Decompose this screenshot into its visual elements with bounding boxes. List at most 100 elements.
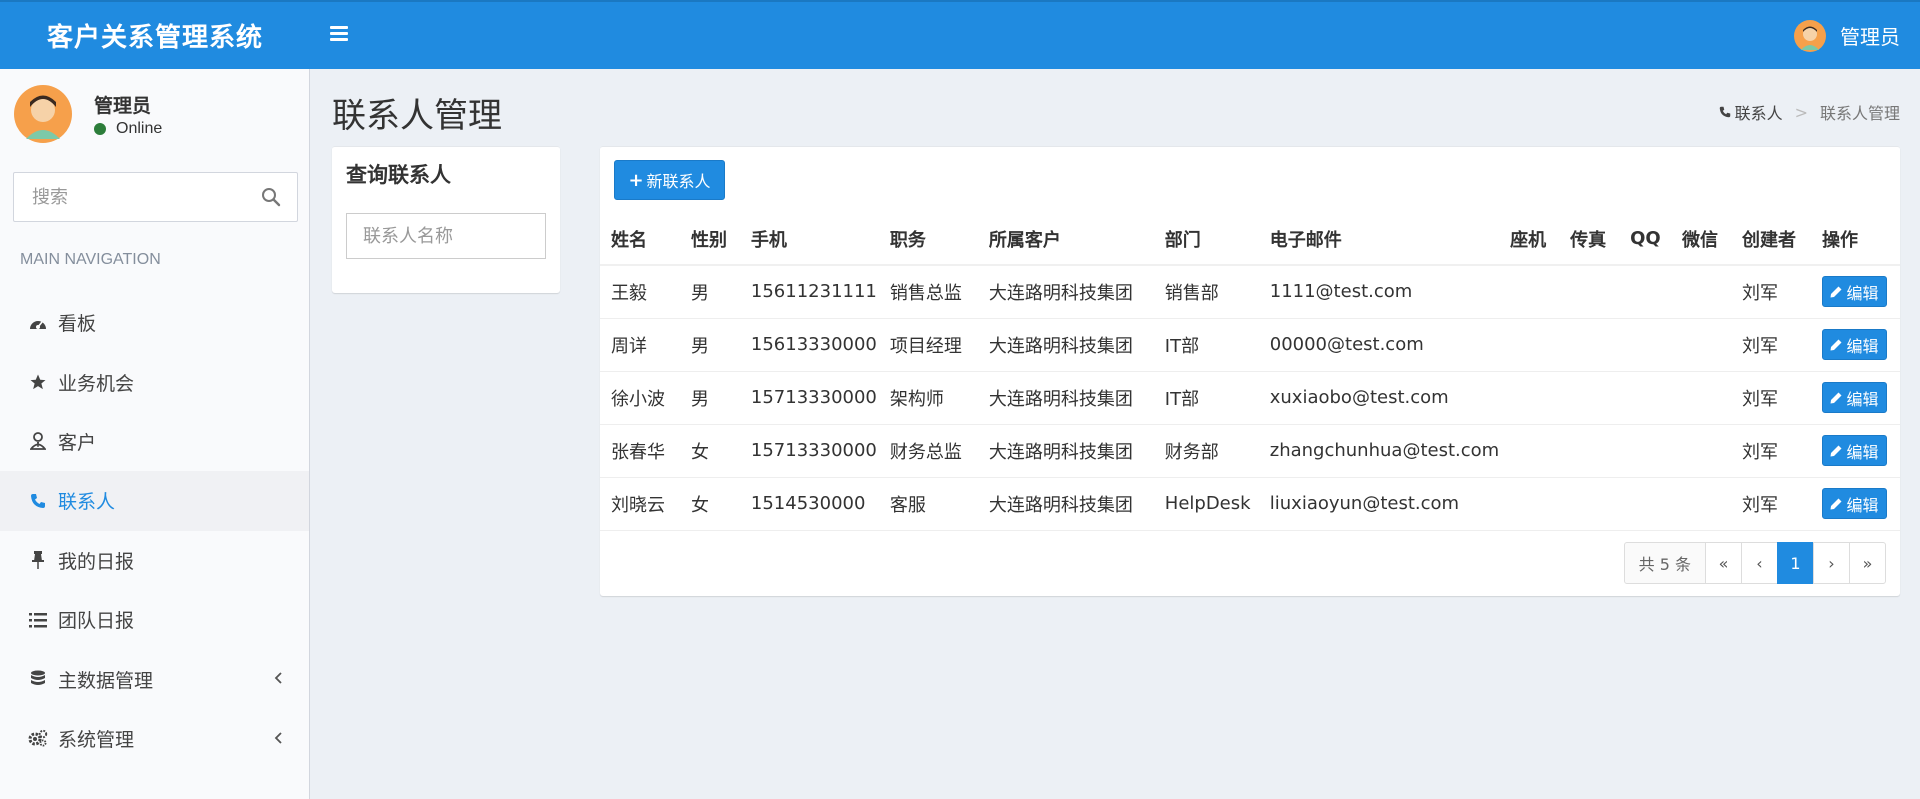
cell-mobile: 15713330000: [739, 371, 879, 425]
nav-header: MAIN NAVIGATION: [20, 251, 161, 268]
pin-icon: [28, 550, 48, 570]
column-header: 手机: [739, 213, 879, 266]
pagination-prev-button[interactable]: ‹: [1741, 542, 1778, 584]
contacts-table: 姓名 性别 手机 职务 所属客户 部门 电子邮件 座机 传真 QQ 微信 创建者…: [600, 213, 1900, 531]
cell-landline: [1499, 477, 1560, 531]
sidebar-item-label: 团队日报: [58, 610, 135, 633]
cell-email: liuxiaoyun@test.com: [1258, 477, 1500, 531]
table-row: 徐小波 男 15713330000 架构师 大连路明科技集团 IT部 xuxia…: [600, 371, 1900, 425]
cell-name: 刘晓云: [600, 477, 680, 531]
cell-landline: [1499, 318, 1560, 372]
sidebar-item-system[interactable]: 系统管理: [0, 709, 309, 768]
cell-email: zhangchunhua@test.com: [1258, 424, 1500, 478]
table-row: 周详 男 15613330000 项目经理 大连路明科技集团 IT部 00000…: [600, 318, 1900, 372]
phone-icon: [28, 491, 48, 511]
sidebar-item-dashboard[interactable]: 看板: [0, 293, 309, 352]
edit-button[interactable]: 编辑: [1821, 382, 1887, 413]
cell-actions: 编辑: [1810, 477, 1900, 531]
cell-email: xuxiaobo@test.com: [1258, 371, 1500, 425]
column-header: 电子邮件: [1258, 213, 1500, 266]
cell-creator: 刘军: [1731, 424, 1811, 478]
edit-button[interactable]: 编辑: [1821, 329, 1887, 360]
cell-creator: 刘军: [1731, 318, 1811, 372]
plus-icon: +: [628, 169, 644, 191]
cell-department: 销售部: [1153, 265, 1259, 319]
sidebar-item-team-report[interactable]: 团队日报: [0, 590, 309, 649]
column-header: 操作: [1810, 213, 1900, 266]
cell-qq: [1619, 424, 1672, 478]
cell-landline: [1499, 371, 1560, 425]
column-header: 部门: [1153, 213, 1259, 266]
new-contact-label: 新联系人: [646, 172, 711, 191]
cell-wechat: [1671, 371, 1731, 425]
star-icon: [28, 372, 48, 392]
cell-wechat: [1671, 424, 1731, 478]
cell-creator: 刘军: [1731, 371, 1811, 425]
sidebar-item-opportunities[interactable]: 业务机会: [0, 352, 309, 411]
cell-creator: 刘军: [1731, 477, 1811, 531]
sidebar-nav: 看板 业务机会 客户 联系人 我的日报 团队日报 主数据管理 系统管理: [0, 293, 309, 768]
cell-fax: [1559, 265, 1620, 319]
cell-customer: 大连路明科技集团: [977, 318, 1154, 372]
app-brand[interactable]: 客户关系管理系统: [0, 2, 310, 69]
user-tie-icon: [28, 431, 48, 451]
avatar-icon: [14, 85, 72, 143]
cell-gender: 男: [679, 265, 740, 319]
cell-position: 架构师: [878, 371, 978, 425]
cell-gender: 男: [679, 371, 740, 425]
new-contact-button[interactable]: + 新联系人: [614, 160, 725, 200]
search-icon[interactable]: [261, 187, 281, 207]
breadcrumb-current: 联系人管理: [1819, 104, 1900, 123]
pagination-first-button[interactable]: «: [1705, 542, 1742, 584]
column-header: 性别: [679, 213, 740, 266]
user-menu[interactable]: 管理员: [1794, 2, 1900, 69]
sidebar-item-label: 看板: [58, 313, 97, 336]
edit-button[interactable]: 编辑: [1821, 276, 1887, 308]
column-header: 姓名: [600, 213, 680, 266]
query-panel: 查询联系人: [332, 146, 560, 293]
edit-label: 编辑: [1846, 442, 1879, 462]
cell-name: 王毅: [600, 265, 680, 319]
cell-email: 1111@test.com: [1258, 265, 1500, 319]
phone-icon: [1719, 106, 1730, 118]
cell-fax: [1559, 477, 1620, 531]
edit-button[interactable]: 编辑: [1821, 488, 1887, 519]
cell-name: 周详: [600, 318, 680, 372]
sidebar-item-my-report[interactable]: 我的日报: [0, 531, 309, 590]
sidebar-item-master-data[interactable]: 主数据管理: [0, 649, 309, 708]
contact-name-input[interactable]: [346, 213, 546, 259]
breadcrumb-link-contacts[interactable]: 联系人: [1735, 100, 1783, 124]
cell-position: 财务总监: [878, 424, 978, 478]
breadcrumb: 联系人 > 联系人管理: [1719, 100, 1900, 124]
sidebar-item-contacts[interactable]: 联系人: [0, 471, 309, 531]
cell-landline: [1499, 424, 1560, 478]
column-header: 微信: [1671, 213, 1731, 266]
breadcrumb-separator: >: [1794, 102, 1808, 122]
cell-department: IT部: [1153, 371, 1259, 425]
sidebar-item-customers[interactable]: 客户: [0, 412, 309, 471]
cell-actions: 编辑: [1810, 318, 1900, 372]
page-title: 联系人管理: [332, 96, 502, 136]
sidebar-item-label: 联系人: [58, 491, 116, 514]
cell-landline: [1499, 265, 1560, 319]
cell-department: HelpDesk: [1153, 477, 1259, 531]
cell-fax: [1559, 318, 1620, 372]
edit-label: 编辑: [1846, 495, 1879, 515]
cell-qq: [1619, 477, 1672, 531]
column-header: 传真: [1559, 213, 1620, 266]
cell-gender: 女: [679, 424, 740, 478]
cell-wechat: [1671, 477, 1731, 531]
sidebar-search-input[interactable]: [14, 173, 254, 221]
sidebar: 管理员 Online MAIN NAVIGATION 看板 业务机会: [0, 69, 310, 799]
edit-button[interactable]: 编辑: [1821, 435, 1887, 466]
sidebar-toggle-button[interactable]: [330, 26, 348, 44]
pencil-icon: [1830, 498, 1842, 509]
pagination-last-button[interactable]: »: [1849, 542, 1886, 584]
pagination-page-1[interactable]: 1: [1777, 542, 1814, 584]
cogs-icon: [28, 728, 48, 748]
pencil-icon: [1830, 392, 1842, 403]
pagination-next-button[interactable]: ›: [1813, 542, 1850, 584]
pencil-icon: [1830, 445, 1842, 456]
user-name: 管理员: [1840, 25, 1900, 49]
top-header: 客户关系管理系统 管理员: [0, 0, 1920, 69]
